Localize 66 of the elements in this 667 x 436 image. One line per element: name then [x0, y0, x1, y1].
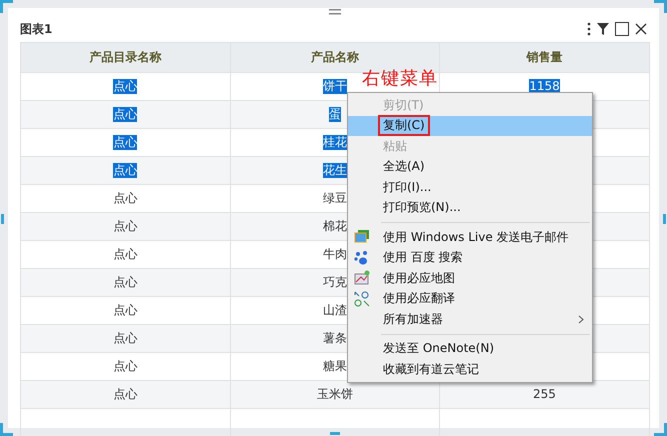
table-cell: 点心	[113, 331, 138, 346]
table-cell: 点心	[113, 219, 138, 234]
menu-item-label: 剪切(T)	[383, 96, 424, 114]
menu-item-label: 使用必应地图	[383, 270, 455, 287]
table-cell: 蛋	[328, 107, 341, 122]
resize-handle[interactable]	[330, 432, 340, 435]
menu-item[interactable]: 发送至 OneNote(N)	[348, 338, 592, 359]
menu-item-label: 粘贴	[383, 138, 407, 155]
table-cell: 点心	[113, 303, 138, 318]
menu-item-label: 使用 百度 搜索	[383, 249, 463, 266]
table-cell: 点心	[113, 359, 138, 374]
resize-handle[interactable]	[663, 214, 666, 224]
menu-item[interactable]: 收藏到有道云笔记	[348, 359, 592, 380]
menu-item-label: 全选(A)	[383, 158, 425, 176]
corner-handle[interactable]	[654, 423, 667, 436]
corner-handle[interactable]	[0, 423, 13, 436]
table-cell: 饼干	[322, 79, 347, 94]
maximize-icon[interactable]	[615, 22, 629, 36]
column-header[interactable]: 产品目录名称	[20, 42, 230, 72]
more-icon[interactable]	[587, 22, 591, 36]
paw-icon	[354, 250, 370, 266]
table-cell: 牛肉	[322, 247, 347, 262]
table-cell: 桂花	[322, 135, 347, 150]
menu-item-label: 发送至 OneNote(N)	[383, 340, 494, 358]
menu-item[interactable]: 打印预览(N)...	[348, 198, 592, 218]
menu-item[interactable]: 打印(I)...	[348, 177, 592, 198]
menu-item-label: 打印预览(N)...	[383, 199, 461, 216]
table-cell: 点心	[113, 191, 138, 206]
close-icon[interactable]	[635, 23, 647, 35]
menu-item[interactable]: 使用必应翻译	[348, 288, 592, 309]
table-cell: 点心	[113, 135, 138, 150]
menu-item[interactable]: 全选(A)	[348, 156, 592, 177]
table-cell: 255	[533, 387, 556, 402]
menu-item-label: 打印(I)...	[383, 178, 432, 196]
map-icon	[354, 270, 370, 286]
menu-item-label: 所有加速器	[383, 310, 443, 328]
table-cell: 点心	[113, 79, 138, 94]
panel-title: 图表1	[20, 20, 52, 38]
translate-icon	[354, 290, 370, 306]
corner-handle[interactable]	[654, 0, 667, 13]
menu-item[interactable]: 使用必应地图	[348, 268, 592, 288]
menu-item-label: 使用 Windows Live 发送电子邮件	[383, 228, 569, 246]
mail-icon	[354, 229, 370, 245]
menu-item[interactable]: 所有加速器	[348, 309, 592, 330]
menu-item-label: 复制(C)	[378, 115, 430, 136]
resize-handle[interactable]	[1, 214, 4, 224]
menu-item-label: 收藏到有道云笔记	[383, 360, 479, 378]
table-cell: 巧克	[322, 275, 347, 290]
table-cell: 点心	[113, 387, 138, 402]
table-cell: 糖果	[322, 359, 347, 374]
table-cell: 点心	[113, 247, 138, 262]
table-cell: 薯条	[322, 331, 347, 346]
column-header[interactable]: 销售量	[439, 42, 650, 72]
corner-handle[interactable]	[0, 0, 13, 13]
table-cell: 花生	[322, 163, 347, 178]
filter-icon[interactable]	[597, 23, 609, 35]
menu-item[interactable]: 使用 百度 搜索	[348, 248, 592, 268]
table-cell: 点心	[113, 275, 138, 290]
table-cell: 玉米饼	[316, 387, 353, 402]
menu-item-label: 使用必应翻译	[383, 290, 455, 308]
menu-item[interactable]: 使用 Windows Live 发送电子邮件	[348, 227, 592, 248]
table-cell: 山渣	[322, 303, 347, 318]
menu-item[interactable]: 复制(C)	[348, 116, 592, 136]
table-cell: 棉花	[322, 219, 347, 234]
drag-handle-icon[interactable]	[329, 8, 341, 15]
table-cell: 绿豆	[322, 191, 347, 206]
